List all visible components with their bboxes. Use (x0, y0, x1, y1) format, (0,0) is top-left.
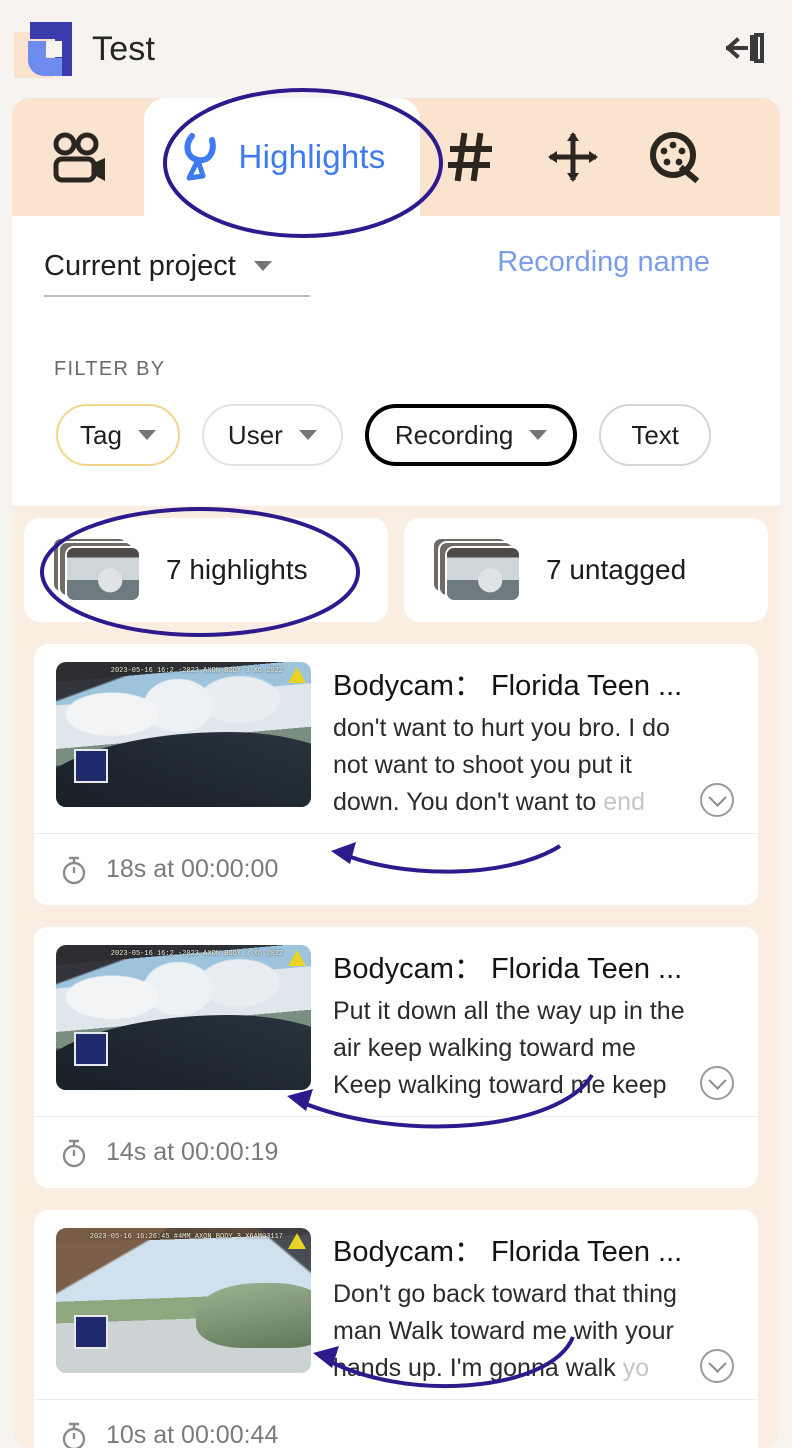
highlight-main: 2023-05-16 16:2 -2023 AXON BODY 3 X6 202… (34, 644, 758, 833)
thumbnail-badge (74, 1315, 108, 1349)
highlights-scroll-area[interactable]: 7 highlights 7 untagged 2023-05-16 16:2 … (12, 506, 780, 1448)
highlight-card[interactable]: 2023-05-16 16:26:45 #4MM AXON BODY 3 X6A… (34, 1210, 758, 1448)
app-logo (14, 20, 72, 78)
highlight-footer: 14s at 00:00:19 (34, 1116, 758, 1188)
highlight-body: Put it down all the way up in the air ke… (333, 997, 685, 1099)
thumbnail-timestamp-overlay: 2023-05-16 16:2 -2023 AXON BODY 3 X6 202… (110, 950, 283, 958)
highlight-thumbnail[interactable]: 2023-05-16 16:2 -2023 AXON BODY 3 X6 202… (56, 945, 311, 1090)
highlight-title: Bodycam： Florida Teen ... (333, 953, 683, 985)
filter-chip-user[interactable]: User (201, 404, 343, 466)
highlight-main: 2023-05-16 16:2 -2023 AXON BODY 3 X6 202… (34, 927, 758, 1116)
summary-highlights-label: 7 highlights (166, 554, 308, 585)
filter-chip-text[interactable]: Text (599, 404, 712, 466)
highlight-card[interactable]: 2023-05-16 16:2 -2023 AXON BODY 3 X6 202… (34, 644, 758, 905)
chevron-down-icon (137, 430, 156, 440)
project-select[interactable]: Current project (44, 250, 310, 297)
thumbnail-badge (74, 749, 108, 783)
highlight-text: Bodycam： Florida Teen ... Don't go back … (333, 1228, 742, 1387)
highlight-title: Bodycam： Florida Teen ... (333, 670, 683, 702)
filter-chips: Tag User Recording Text (56, 404, 712, 466)
app-header: Test (0, 0, 792, 98)
expand-chevron-icon[interactable] (700, 783, 734, 817)
tab-tags[interactable] (420, 98, 522, 216)
summary-card-untagged[interactable]: 7 untagged (404, 518, 768, 622)
highlighter-pen-icon (184, 133, 216, 181)
warning-triangle-icon (288, 950, 306, 966)
expand-chevron-icon[interactable] (700, 1066, 734, 1100)
highlight-text: Bodycam： Florida Teen ... Put it down al… (333, 945, 742, 1104)
tab-bar: Highlights (12, 98, 780, 216)
project-row: Current project Recording name (44, 244, 748, 302)
app-root: Test Highlights Current project Recordin… (0, 0, 792, 1448)
highlight-footer: 18s at 00:00:00 (34, 833, 758, 905)
stopwatch-icon (62, 1139, 86, 1167)
highlight-body: Don't go back toward that thing man Walk… (333, 1280, 677, 1382)
filter-panel: Current project Recording name FILTER BY… (12, 216, 780, 506)
warning-triangle-icon (288, 1233, 306, 1249)
highlight-footer: 10s at 00:00:44 (34, 1399, 758, 1448)
filter-chip-tag-label: Tag (80, 419, 122, 450)
summary-card-highlights[interactable]: 7 highlights (24, 518, 388, 622)
highlight-text: Bodycam： Florida Teen ... don't want to … (333, 662, 742, 821)
chevron-down-icon (253, 261, 272, 271)
filter-chip-recording[interactable]: Recording (364, 404, 578, 466)
film-reel-icon (650, 132, 700, 183)
highlight-body-fade: end (603, 788, 645, 816)
highlight-thumbnail[interactable]: 2023-05-16 16:2 -2023 AXON BODY 3 X6 202… (56, 662, 311, 807)
highlight-title: Bodycam： Florida Teen ... (333, 1236, 683, 1268)
recording-name-link[interactable]: Recording name (497, 246, 710, 279)
filter-by-label: FILTER BY (54, 358, 166, 380)
move-arrows-icon (548, 132, 598, 182)
filter-chip-user-label: User (227, 419, 283, 450)
thumbnail-badge (74, 1032, 108, 1066)
tab-highlights[interactable]: Highlights (144, 98, 420, 216)
chevron-down-icon (529, 430, 548, 440)
warning-triangle-icon (288, 667, 306, 683)
highlight-duration: 14s at 00:00:19 (106, 1138, 279, 1166)
filter-chip-recording-label: Recording (394, 419, 514, 450)
highlight-duration: 18s at 00:00:00 (106, 855, 279, 883)
tab-transitions[interactable] (522, 98, 624, 216)
collapse-panel-icon[interactable] (722, 26, 770, 70)
hash-icon (448, 132, 492, 182)
highlight-body: don't want to hurt you bro. I do not wan… (333, 714, 670, 816)
highlight-body-fade: yo (622, 1354, 650, 1382)
filter-chip-text-label: Text (631, 419, 680, 450)
project-select-value: Current project (44, 249, 236, 282)
summary-untagged-label: 7 untagged (546, 554, 687, 585)
tab-highlights-label: Highlights (238, 138, 386, 175)
highlight-duration: 10s at 00:00:44 (106, 1421, 279, 1448)
summary-row: 7 highlights 7 untagged (12, 506, 780, 622)
expand-chevron-icon[interactable] (700, 1349, 734, 1383)
highlight-card[interactable]: 2023-05-16 16:2 -2023 AXON BODY 3 X6 202… (34, 927, 758, 1188)
tab-recordings[interactable] (12, 98, 144, 216)
highlight-thumbnail[interactable]: 2023-05-16 16:26:45 #4MM AXON BODY 3 X6A… (56, 1228, 311, 1373)
highlight-main: 2023-05-16 16:26:45 #4MM AXON BODY 3 X6A… (34, 1210, 758, 1399)
thumbnail-timestamp-overlay: 2023-05-16 16:2 -2023 AXON BODY 3 X6 202… (110, 667, 283, 675)
thumbnail-timestamp-overlay: 2023-05-16 16:26:45 #4MM AXON BODY 3 X6A… (89, 1233, 283, 1241)
stacked-thumbnail-icon (54, 539, 140, 601)
tab-film[interactable] (624, 98, 726, 216)
video-camera-icon (53, 132, 105, 183)
stacked-thumbnail-icon (434, 539, 520, 601)
app-title: Test (92, 29, 156, 68)
stopwatch-icon (62, 856, 86, 884)
stopwatch-icon (62, 1422, 86, 1448)
filter-chip-tag[interactable]: Tag (56, 404, 180, 466)
chevron-down-icon (298, 430, 317, 440)
